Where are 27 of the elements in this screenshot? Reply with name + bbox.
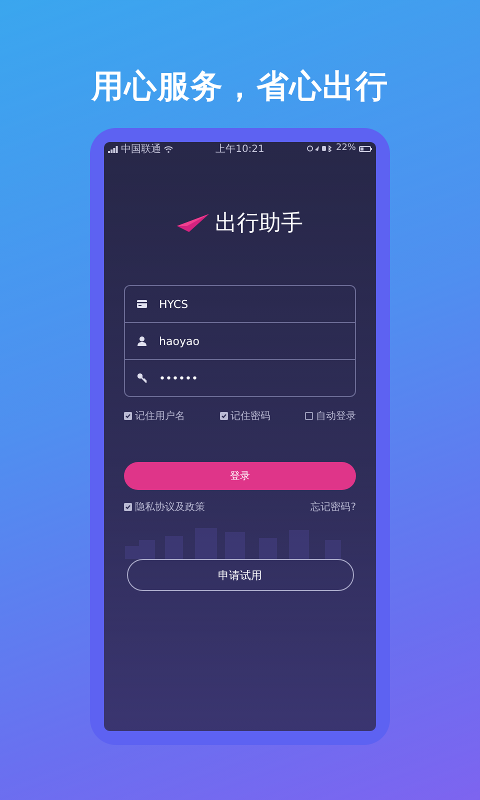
- checkbox[interactable]: [220, 412, 228, 420]
- forgot-password-link[interactable]: 忘记密码?: [310, 500, 356, 514]
- headline: 用心服务，省心出行: [92, 66, 388, 107]
- card-icon: [137, 300, 147, 308]
- app-title: 出行助手: [215, 210, 303, 238]
- status-icons: [306, 145, 333, 152]
- carrier-name: 中国联通: [121, 144, 161, 154]
- signal-icon: [108, 146, 118, 152]
- option-label: 自动登录: [316, 410, 356, 422]
- paper-plane-logo-icon: [177, 214, 209, 232]
- battery-percent: 22%: [336, 144, 356, 154]
- privacy-label: 隐私协议及政策: [135, 502, 205, 512]
- input-field[interactable]: HYCS: [159, 298, 309, 310]
- login-button[interactable]: 登录: [124, 462, 356, 490]
- checkbox[interactable]: [124, 503, 132, 511]
- wifi-icon: [164, 146, 173, 152]
- apply-trial-button[interactable]: 申请试用: [126, 559, 354, 591]
- key-icon: [137, 373, 147, 383]
- input-field[interactable]: ••••••: [159, 372, 309, 384]
- user-icon: [137, 336, 147, 346]
- option-label: 记住密码: [230, 410, 270, 422]
- battery-icon: [359, 146, 372, 152]
- clock-time: 上午10:21: [216, 144, 264, 154]
- option-label: 记住用户名: [135, 410, 185, 422]
- checkbox[interactable]: [124, 412, 132, 420]
- checkbox[interactable]: [305, 412, 313, 420]
- input-field[interactable]: haoyao: [159, 334, 309, 348]
